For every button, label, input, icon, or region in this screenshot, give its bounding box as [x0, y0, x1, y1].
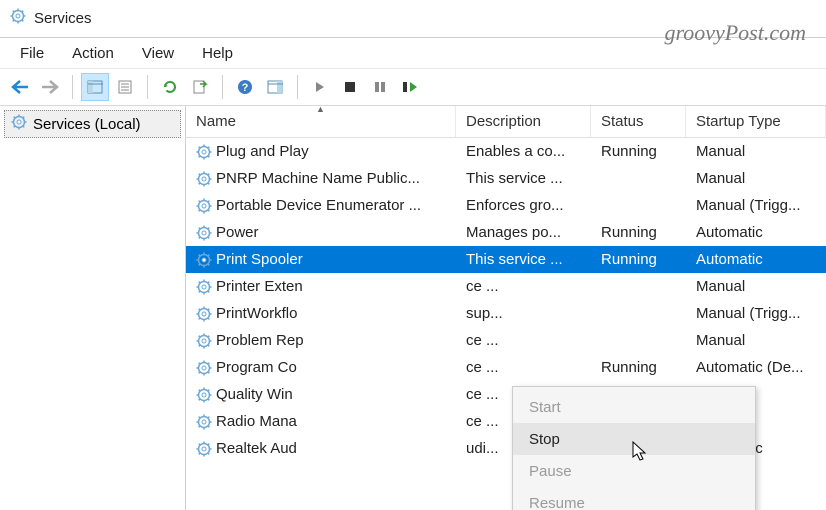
- gear-icon: [196, 387, 212, 403]
- back-button[interactable]: [6, 73, 34, 101]
- table-row[interactable]: Power Manages po...RunningAutomatic: [186, 219, 826, 246]
- forward-button[interactable]: [36, 73, 64, 101]
- list-pane: ▲ Name Description Status Startup Type P…: [186, 106, 826, 510]
- properties-button[interactable]: [111, 73, 139, 101]
- table-row[interactable]: Printer Exten ce ... Manual: [186, 273, 826, 300]
- menu-file[interactable]: File: [8, 41, 56, 66]
- service-name: Printer Exten: [216, 278, 303, 295]
- tree-node-label: Services (Local): [33, 116, 141, 133]
- service-description: Enforces gro...: [456, 197, 591, 214]
- service-name: Plug and Play: [216, 143, 309, 160]
- table-row[interactable]: Problem Rep ce ... Manual: [186, 327, 826, 354]
- restart-button[interactable]: [396, 73, 424, 101]
- service-name: Power: [216, 224, 259, 241]
- column-header-startup[interactable]: Startup Type: [686, 106, 826, 137]
- service-name: Program Co: [216, 359, 297, 376]
- context-menu-resume[interactable]: Resume: [513, 487, 755, 510]
- svg-text:?: ?: [242, 82, 249, 94]
- service-description: Enables a co...: [456, 143, 591, 160]
- toolbar: ?: [0, 68, 826, 106]
- service-name: Problem Rep: [216, 332, 304, 349]
- context-menu-pause[interactable]: Pause: [513, 455, 755, 487]
- sort-arrow-icon: ▲: [316, 106, 325, 114]
- service-description: ce ...: [456, 278, 591, 295]
- service-description: This service ...: [456, 251, 591, 268]
- service-status: Running: [591, 359, 686, 376]
- toolbar-separator: [297, 75, 298, 99]
- refresh-button[interactable]: [156, 73, 184, 101]
- toolbar-separator: [72, 75, 73, 99]
- service-startup: Manual: [686, 170, 826, 187]
- gear-icon: [196, 333, 212, 349]
- menu-view[interactable]: View: [130, 41, 186, 66]
- service-description: ce ...: [456, 359, 591, 376]
- toolbar-separator: [147, 75, 148, 99]
- service-name: PrintWorkflo: [216, 305, 297, 322]
- watermark: groovyPost.com: [664, 20, 806, 46]
- service-description: This service ...: [456, 170, 591, 187]
- gear-icon: [196, 198, 212, 214]
- list-header: ▲ Name Description Status Startup Type: [186, 106, 826, 138]
- table-row[interactable]: Program Co ce ...RunningAutomatic (De...: [186, 354, 826, 381]
- context-menu-stop[interactable]: Stop: [513, 423, 755, 455]
- gear-icon: [196, 441, 212, 457]
- app-icon: [10, 8, 26, 29]
- service-startup: Automatic: [686, 224, 826, 241]
- context-menu: Start Stop Pause Resume Restart All Task…: [512, 386, 756, 510]
- service-startup: Manual (Trigg...: [686, 197, 826, 214]
- play-button[interactable]: [306, 73, 334, 101]
- service-startup: Automatic (De...: [686, 359, 826, 376]
- gear-icon: [196, 279, 212, 295]
- service-startup: Manual: [686, 278, 826, 295]
- toolbar-separator: [222, 75, 223, 99]
- gear-icon: [196, 252, 212, 268]
- service-name: Quality Win: [216, 386, 293, 403]
- help-button[interactable]: ?: [231, 73, 259, 101]
- menu-help[interactable]: Help: [190, 41, 245, 66]
- service-name: Radio Mana: [216, 413, 297, 430]
- gear-icon: [196, 144, 212, 160]
- gear-icon: [196, 306, 212, 322]
- service-description: ce ...: [456, 332, 591, 349]
- service-name: PNRP Machine Name Public...: [216, 170, 420, 187]
- gear-icon: [11, 114, 27, 134]
- show-hide-tree-button[interactable]: [81, 73, 109, 101]
- pause-button[interactable]: [366, 73, 394, 101]
- service-startup: Manual: [686, 332, 826, 349]
- service-name: Realtek Aud: [216, 440, 297, 457]
- service-description: sup...: [456, 305, 591, 322]
- service-description: Manages po...: [456, 224, 591, 241]
- service-status: Running: [591, 251, 686, 268]
- table-row[interactable]: Print Spooler This service ...RunningAuto…: [186, 246, 826, 273]
- service-startup: Automatic: [686, 251, 826, 268]
- table-row[interactable]: Plug and Play Enables a co...RunningManua…: [186, 138, 826, 165]
- service-startup: Manual: [686, 143, 826, 160]
- stop-button[interactable]: [336, 73, 364, 101]
- service-name: Portable Device Enumerator ...: [216, 197, 421, 214]
- tree-pane: Services (Local): [0, 106, 186, 510]
- table-row[interactable]: PNRP Machine Name Public... This service …: [186, 165, 826, 192]
- menu-action[interactable]: Action: [60, 41, 126, 66]
- column-header-name[interactable]: ▲ Name: [186, 106, 456, 137]
- column-header-description[interactable]: Description: [456, 106, 591, 137]
- column-header-status[interactable]: Status: [591, 106, 686, 137]
- gear-icon: [196, 414, 212, 430]
- gear-icon: [196, 171, 212, 187]
- gear-icon: [196, 360, 212, 376]
- service-status: Running: [591, 143, 686, 160]
- window-title: Services: [34, 10, 92, 27]
- gear-icon: [196, 225, 212, 241]
- service-startup: Manual (Trigg...: [686, 305, 826, 322]
- export-button[interactable]: [186, 73, 214, 101]
- tree-node-services-local[interactable]: Services (Local): [4, 110, 181, 138]
- service-name: Print Spooler: [216, 251, 303, 268]
- show-hide-action-button[interactable]: [261, 73, 289, 101]
- context-menu-start[interactable]: Start: [513, 391, 755, 423]
- service-status: Running: [591, 224, 686, 241]
- table-row[interactable]: PrintWorkflo sup... Manual (Trigg...: [186, 300, 826, 327]
- table-row[interactable]: Portable Device Enumerator ... Enforces g…: [186, 192, 826, 219]
